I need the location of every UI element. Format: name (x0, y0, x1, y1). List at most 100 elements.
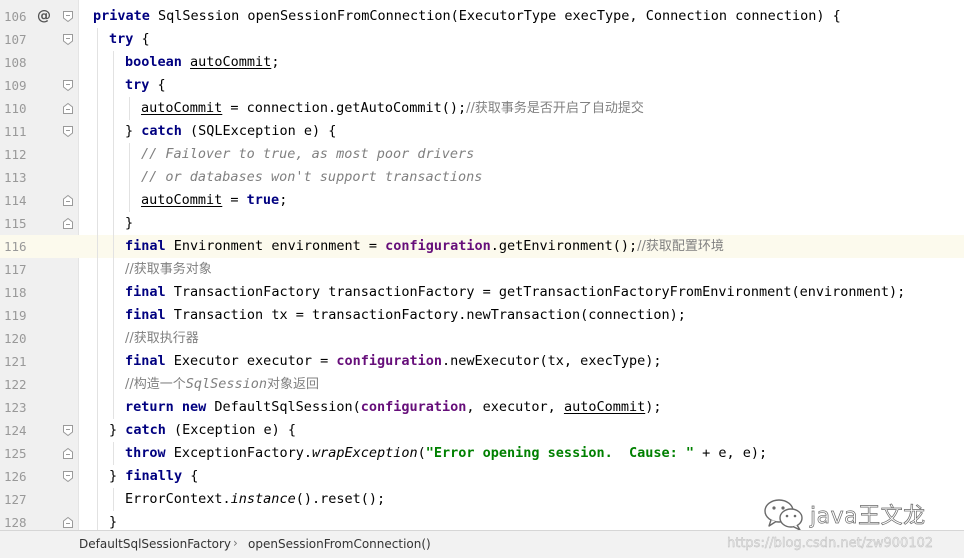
code-line[interactable]: 119 final Transaction tx = transactionFac… (0, 304, 964, 327)
code-line[interactable]: 112 // Failover to true, as most poor dri… (0, 143, 964, 166)
code-text[interactable]: } catch (Exception e) { (109, 419, 296, 442)
line-number[interactable]: 115 (4, 212, 27, 235)
breadcrumb-method[interactable]: openSessionFromConnection() (248, 537, 431, 551)
fold-start-icon[interactable] (62, 470, 74, 483)
code-line[interactable]: 108 boolean autoCommit; (0, 51, 964, 74)
code-text[interactable]: private SqlSession openSessionFromConnec… (93, 5, 841, 28)
line-number[interactable]: 124 (4, 419, 27, 442)
fold-end-icon[interactable] (62, 102, 74, 115)
code-text[interactable]: return new DefaultSqlSession(configurati… (125, 396, 661, 419)
line-number[interactable]: 128 (4, 511, 27, 530)
code-line[interactable]: 118 final TransactionFactory transactionF… (0, 281, 964, 304)
line-number[interactable]: 108 (4, 51, 27, 74)
fold-end-icon[interactable] (62, 516, 74, 529)
code-line[interactable]: 107 try { (0, 28, 964, 51)
code-token: instance (230, 491, 296, 507)
fold-start-icon[interactable] (62, 125, 74, 138)
code-line[interactable]: 113 // or databases won't support transac… (0, 166, 964, 189)
code-line[interactable]: 114 autoCommit = true; (0, 189, 964, 212)
code-token: + e, e); (693, 445, 768, 461)
code-line[interactable]: 109 try { (0, 74, 964, 97)
fold-start-icon[interactable] (62, 79, 74, 92)
line-number[interactable]: 127 (4, 488, 27, 511)
code-text[interactable]: autoCommit = true; (141, 189, 287, 212)
line-number[interactable]: 106 (4, 5, 27, 28)
code-text[interactable]: //构造一个SqlSession对象返回 (125, 373, 319, 396)
line-number[interactable]: 116 (4, 235, 27, 258)
indent-guide (113, 442, 114, 465)
comment-token: //获取事务是否开启了自动提交 (466, 101, 644, 116)
line-number[interactable]: 109 (4, 74, 27, 97)
line-number[interactable]: 111 (4, 120, 27, 143)
gutter-cell: 123 (0, 396, 78, 419)
line-number[interactable]: 120 (4, 327, 27, 350)
code-text[interactable]: } catch (SQLException e) { (125, 120, 336, 143)
code-token: autoCommit (190, 54, 272, 70)
code-line[interactable]: 117 //获取事务对象 (0, 258, 964, 281)
code-text[interactable]: //获取事务对象 (125, 258, 212, 281)
fold-start-icon[interactable] (62, 424, 74, 437)
code-text[interactable]: //获取执行器 (125, 327, 199, 350)
keyword-token: catch (141, 123, 191, 139)
code-text[interactable]: // or databases won't support transactio… (141, 166, 482, 189)
code-text[interactable]: try { (125, 74, 166, 97)
code-line[interactable]: 126 } finally { (0, 465, 964, 488)
code-text[interactable]: final Executor executor = configuration.… (125, 350, 661, 373)
code-text[interactable]: boolean autoCommit; (125, 51, 279, 74)
code-text[interactable]: // Failover to true, as most poor driver… (141, 143, 474, 166)
fold-start-icon[interactable] (62, 10, 74, 23)
line-number[interactable]: 118 (4, 281, 27, 304)
code-text[interactable]: autoCommit = connection.getAutoCommit();… (141, 97, 644, 120)
gutter-cell: 120 (0, 327, 78, 350)
line-number[interactable]: 125 (4, 442, 27, 465)
override-marker-icon[interactable]: @ (37, 5, 51, 28)
line-number[interactable]: 121 (4, 350, 27, 373)
code-token: DefaultSqlSession( (214, 399, 361, 415)
code-line[interactable]: 121 final Executor executor = configurati… (0, 350, 964, 373)
code-token: Executor executor = (173, 353, 337, 369)
code-text[interactable]: ErrorContext.instance().reset(); (125, 488, 385, 511)
code-line[interactable]: 115} (0, 212, 964, 235)
code-line[interactable]: 106 @ private SqlSession openSessionFromCo… (0, 5, 964, 28)
gutter-cell: 119 (0, 304, 78, 327)
line-number[interactable]: 110 (4, 97, 27, 120)
code-editor[interactable]: 106 @ private SqlSession openSessionFromCo… (0, 0, 964, 530)
code-text[interactable]: throw ExceptionFactory.wrapException("Er… (125, 442, 767, 465)
line-number[interactable]: 119 (4, 304, 27, 327)
line-number[interactable]: 122 (4, 373, 27, 396)
code-text[interactable]: } (109, 511, 117, 530)
line-number[interactable]: 113 (4, 166, 27, 189)
line-number[interactable]: 117 (4, 258, 27, 281)
keyword-token: final (125, 307, 174, 323)
code-text[interactable]: final Environment environment = configur… (125, 235, 724, 258)
code-line[interactable]: 116 final Environment environment = confi… (0, 235, 964, 258)
code-text[interactable]: } (125, 212, 133, 235)
code-line[interactable]: 123 return new DefaultSqlSession(configur… (0, 396, 964, 419)
line-number[interactable]: 114 (4, 189, 27, 212)
field-token: configuration (360, 399, 467, 415)
code-line[interactable]: 125 throw ExceptionFactory.wrapException(… (0, 442, 964, 465)
line-number[interactable]: 123 (4, 396, 27, 419)
line-number[interactable]: 112 (4, 143, 27, 166)
code-line[interactable]: 110 autoCommit = connection.getAutoCommit… (0, 97, 964, 120)
code-line[interactable]: 124 } catch (Exception e) { (0, 419, 964, 442)
gutter-cell: 107 (0, 28, 78, 51)
keyword-token: try (125, 77, 158, 93)
comment-token: //获取事务对象 (125, 262, 212, 277)
line-number[interactable]: 126 (4, 465, 27, 488)
fold-end-icon[interactable] (62, 217, 74, 230)
code-text[interactable]: final Transaction tx = transactionFactor… (125, 304, 686, 327)
code-text[interactable]: try { (109, 28, 150, 51)
line-number[interactable]: 107 (4, 28, 27, 51)
code-text[interactable]: final TransactionFactory transactionFact… (125, 281, 905, 304)
comment-token: 对象返回 (267, 377, 320, 392)
code-text[interactable]: } finally { (109, 465, 198, 488)
comment-token: //获取执行器 (125, 331, 199, 346)
fold-start-icon[interactable] (62, 33, 74, 46)
fold-end-icon[interactable] (62, 194, 74, 207)
code-line[interactable]: 122 //构造一个SqlSession对象返回 (0, 373, 964, 396)
fold-end-icon[interactable] (62, 447, 74, 460)
code-line[interactable]: 111 } catch (SQLException e) { (0, 120, 964, 143)
code-line[interactable]: 120 //获取执行器 (0, 327, 964, 350)
breadcrumb-class[interactable]: DefaultSqlSessionFactory (79, 537, 231, 551)
